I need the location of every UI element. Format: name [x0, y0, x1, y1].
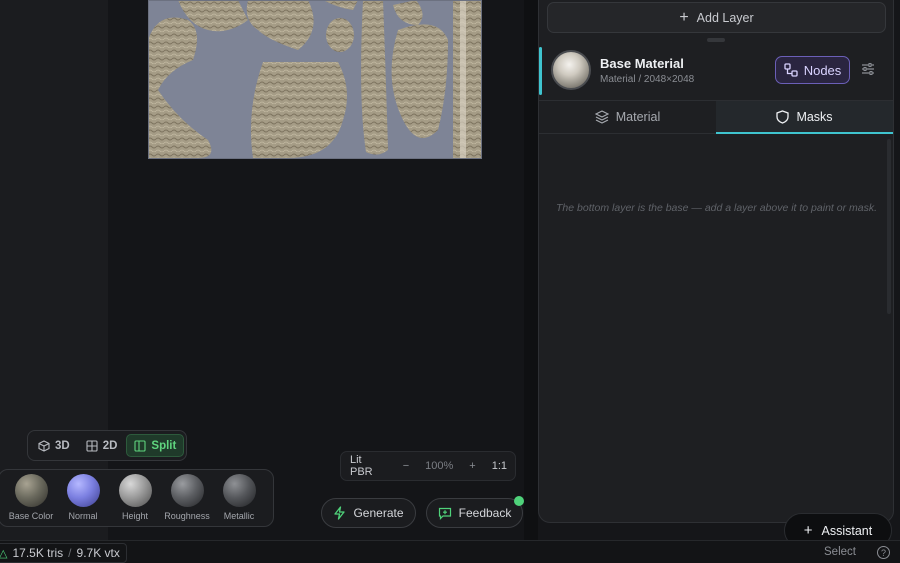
cube-icon [38, 439, 50, 452]
panel-tabs: Material Masks [539, 101, 893, 134]
view-mode-toggle: 3D 2D Split [27, 430, 187, 461]
layer-subtitle: Material / 2048×2048 [600, 74, 695, 85]
nodes-label: Nodes [803, 62, 842, 78]
tab-masks[interactable]: Masks [716, 101, 893, 134]
feedback-label: Feedback [458, 506, 512, 520]
drag-handle[interactable] [707, 38, 725, 42]
uv-texture-preview[interactable] [148, 0, 482, 159]
tab-masks-label: Masks [796, 110, 833, 124]
shield-icon [776, 110, 790, 124]
generate-button[interactable]: Generate [321, 498, 416, 528]
map-base-color[interactable]: Base Color [5, 474, 57, 526]
selected-indicator [539, 47, 542, 95]
split-icon [134, 439, 146, 452]
view-3d-label: 3D [55, 439, 70, 452]
nodes-button[interactable]: Nodes [775, 56, 850, 84]
map-metallic[interactable]: Metallic [213, 474, 265, 526]
assistant-label: Assistant [821, 523, 873, 538]
tab-material[interactable]: Material [539, 101, 716, 133]
view-split-label: Split [151, 439, 177, 452]
zoom-in-button[interactable]: + [461, 460, 483, 472]
tris-count: 17.5K tris [12, 546, 64, 560]
tool-mode-label: Select [824, 546, 856, 558]
actual-size-button[interactable]: 1:1 [484, 460, 515, 472]
roughness-swatch [170, 474, 204, 507]
mesh-stats: △ 17.5K tris / 9.7K vtx [0, 543, 127, 563]
stats-separator: / [68, 546, 72, 560]
plus-icon: + [679, 8, 689, 26]
app-window: + Add Layer Base Material Material / 204… [0, 0, 900, 563]
material-thumbnail [551, 50, 591, 90]
feedback-button[interactable]: Feedback [426, 498, 523, 528]
map-label: Roughness [164, 511, 210, 521]
texture-maps-bar: Base Color Normal Height Roughness Metal… [0, 469, 274, 527]
map-roughness[interactable]: Roughness [161, 474, 213, 526]
map-label: Base Color [8, 511, 54, 521]
shading-mode-button[interactable]: Lit PBR [341, 454, 395, 478]
render-toolbar: Lit PBR − 100% + 1:1 [340, 451, 516, 481]
panel-divider[interactable] [524, 0, 538, 540]
metallic-swatch [222, 474, 256, 507]
add-layer-label: Add Layer [696, 10, 754, 25]
height-swatch [118, 474, 152, 507]
view-2d-button[interactable]: 2D [79, 434, 125, 457]
help-icon[interactable]: ? [877, 546, 890, 559]
layer-name: Base Material [600, 56, 684, 71]
layers-panel: + Add Layer Base Material Material / 204… [538, 0, 894, 523]
sliders-icon[interactable] [860, 61, 876, 77]
add-layer-button[interactable]: + Add Layer [547, 2, 886, 33]
status-bar: △ 17.5K tris / 9.7K vtx Select ? [0, 540, 900, 563]
zoom-out-button[interactable]: − [395, 460, 417, 472]
base-color-swatch [14, 474, 48, 507]
triangle-icon: △ [0, 547, 8, 560]
empty-state-hint: The bottom layer is the base — add a lay… [556, 202, 877, 214]
layers-icon [594, 110, 609, 124]
tab-material-label: Material [615, 110, 661, 124]
notification-dot [514, 496, 524, 506]
feedback-icon [438, 507, 452, 520]
map-normal[interactable]: Normal [57, 474, 109, 526]
view-2d-label: 2D [102, 439, 118, 452]
view-3d-button[interactable]: 3D [31, 434, 77, 457]
nodes-icon [784, 63, 798, 77]
map-label: Metallic [223, 511, 255, 521]
panel-scrollbar[interactable] [887, 139, 891, 314]
map-label: Height [121, 511, 148, 521]
vtx-count: 9.7K vtx [76, 546, 120, 560]
map-label: Normal [68, 511, 98, 521]
layer-row-base-material[interactable]: Base Material Material / 2048×2048 Nodes [539, 43, 893, 101]
grid-icon [86, 439, 98, 452]
normal-swatch [66, 474, 100, 507]
plus-icon: + [803, 522, 813, 539]
view-split-button[interactable]: Split [126, 434, 185, 457]
lightning-icon [333, 506, 346, 520]
map-height[interactable]: Height [109, 474, 161, 526]
zoom-level: 100% [425, 460, 454, 472]
generate-label: Generate [353, 506, 404, 520]
